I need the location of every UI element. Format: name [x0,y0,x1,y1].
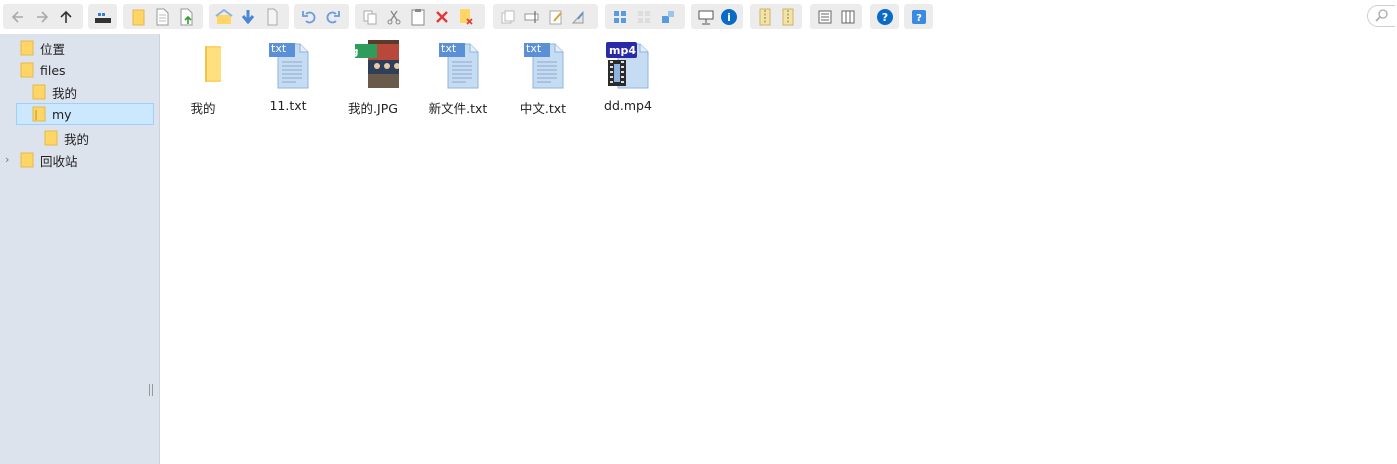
search-box[interactable] [1367,5,1395,27]
new-file-icon[interactable] [150,5,174,29]
svg-text:?: ? [881,11,887,24]
file-name: dd.mp4 [604,98,652,113]
file-item[interactable]: jpg 我的.JPG [330,40,416,122]
about-group: ? [904,4,933,29]
tree-item-label: 我的 [52,85,78,101]
details-view-icon[interactable] [813,5,836,29]
folder-icon [20,152,34,168]
view-group [605,4,685,29]
rename-icon[interactable] [520,5,544,29]
empty-trash-icon[interactable] [454,5,478,29]
columns-view-icon[interactable] [836,5,859,29]
folder-icon [20,40,34,56]
tree-item-files[interactable]: files [20,59,66,81]
file-badge: mp4 [609,44,636,57]
file-item[interactable]: txt 中文.txt [500,40,586,122]
modify-group [493,4,598,29]
tree-item-my[interactable]: my [16,103,154,125]
paste-icon[interactable] [406,5,430,29]
resize-icon[interactable] [568,5,592,29]
file-item[interactable]: 我的 [160,40,246,122]
tree-item-recycle-bin[interactable]: 回收站 [20,149,78,171]
history-group [294,4,349,29]
file-name: 新文件.txt [428,101,488,116]
address-bar-icon[interactable] [91,5,114,29]
file-item[interactable]: txt 11.txt [245,40,331,122]
toolbar: i ? ? [0,0,1397,34]
file-badge: txt [271,42,287,55]
file-ops-group [123,4,203,29]
upload-icon[interactable] [174,5,198,29]
tree-item-label: 位置 [40,41,66,57]
expand-arrow-icon[interactable]: › [5,153,9,166]
tree-item-label: 回收站 [40,153,78,169]
folder-icon [32,84,46,100]
sidebar-tree: 位置 files 我的 my 我的 › 回收站 [0,34,160,464]
folder-icon [44,130,58,146]
nav-group [3,4,83,29]
help-icon[interactable]: ? [873,5,896,29]
edit-group [355,4,485,29]
tree-item-my-wode[interactable]: 我的 [44,127,89,149]
list-view-icon[interactable] [656,5,680,29]
grid-view-icon[interactable] [632,5,656,29]
tree-item-label: my [52,106,72,122]
folder-icon [20,62,34,78]
file-area: 我的 txt 11.txt jpg 我的.JPG txt 新文件.txt txt… [160,34,1397,464]
transfer-group [209,4,289,29]
undo-icon[interactable] [297,5,321,29]
redo-icon[interactable] [321,5,345,29]
new-folder-icon[interactable] [126,5,150,29]
folder-icon [205,46,221,82]
about-icon[interactable]: ? [907,5,930,29]
svg-text:?: ? [916,13,922,24]
folder-open-icon [32,106,46,122]
layout-group [810,4,862,29]
archive-group [750,4,802,29]
file-name: 11.txt [269,98,307,113]
info-icon[interactable]: i [717,5,740,29]
up-icon[interactable] [54,5,78,29]
preview-icon[interactable] [694,5,717,29]
edit-icon[interactable] [544,5,568,29]
file-name: 中文.txt [519,101,567,116]
splitter-handle[interactable] [149,384,153,396]
download-icon[interactable] [236,5,260,29]
tree-item-location[interactable]: 位置 [20,37,65,59]
cut-icon[interactable] [382,5,406,29]
delete-icon[interactable] [430,5,454,29]
back-icon[interactable] [6,5,30,29]
duplicate-icon[interactable] [496,5,520,29]
file-item[interactable]: mp4 dd.mp4 [585,40,671,122]
archive-icon[interactable] [776,5,799,29]
file-badge: txt [441,42,457,55]
search-icon[interactable] [1374,8,1389,25]
icons-view-icon[interactable] [608,5,632,29]
file-badge: txt [526,42,542,55]
file-name: 我的.JPG [348,101,398,116]
forward-icon[interactable] [30,5,54,29]
home-icon[interactable] [212,5,236,29]
file-name: 我的 [190,101,216,116]
tree-item-label: 我的 [64,131,90,147]
info-group: i [691,4,743,29]
svg-text:i: i [727,11,731,24]
file-badge: jpg [339,45,359,58]
extract-icon[interactable] [753,5,776,29]
file-item[interactable]: txt 新文件.txt [415,40,501,122]
help-group: ? [870,4,899,29]
copy-icon[interactable] [358,5,382,29]
tree-item-wode[interactable]: 我的 [32,81,77,103]
paste-doc-icon[interactable] [260,5,284,29]
address-group [88,4,117,29]
tree-item-label: files [40,62,66,78]
